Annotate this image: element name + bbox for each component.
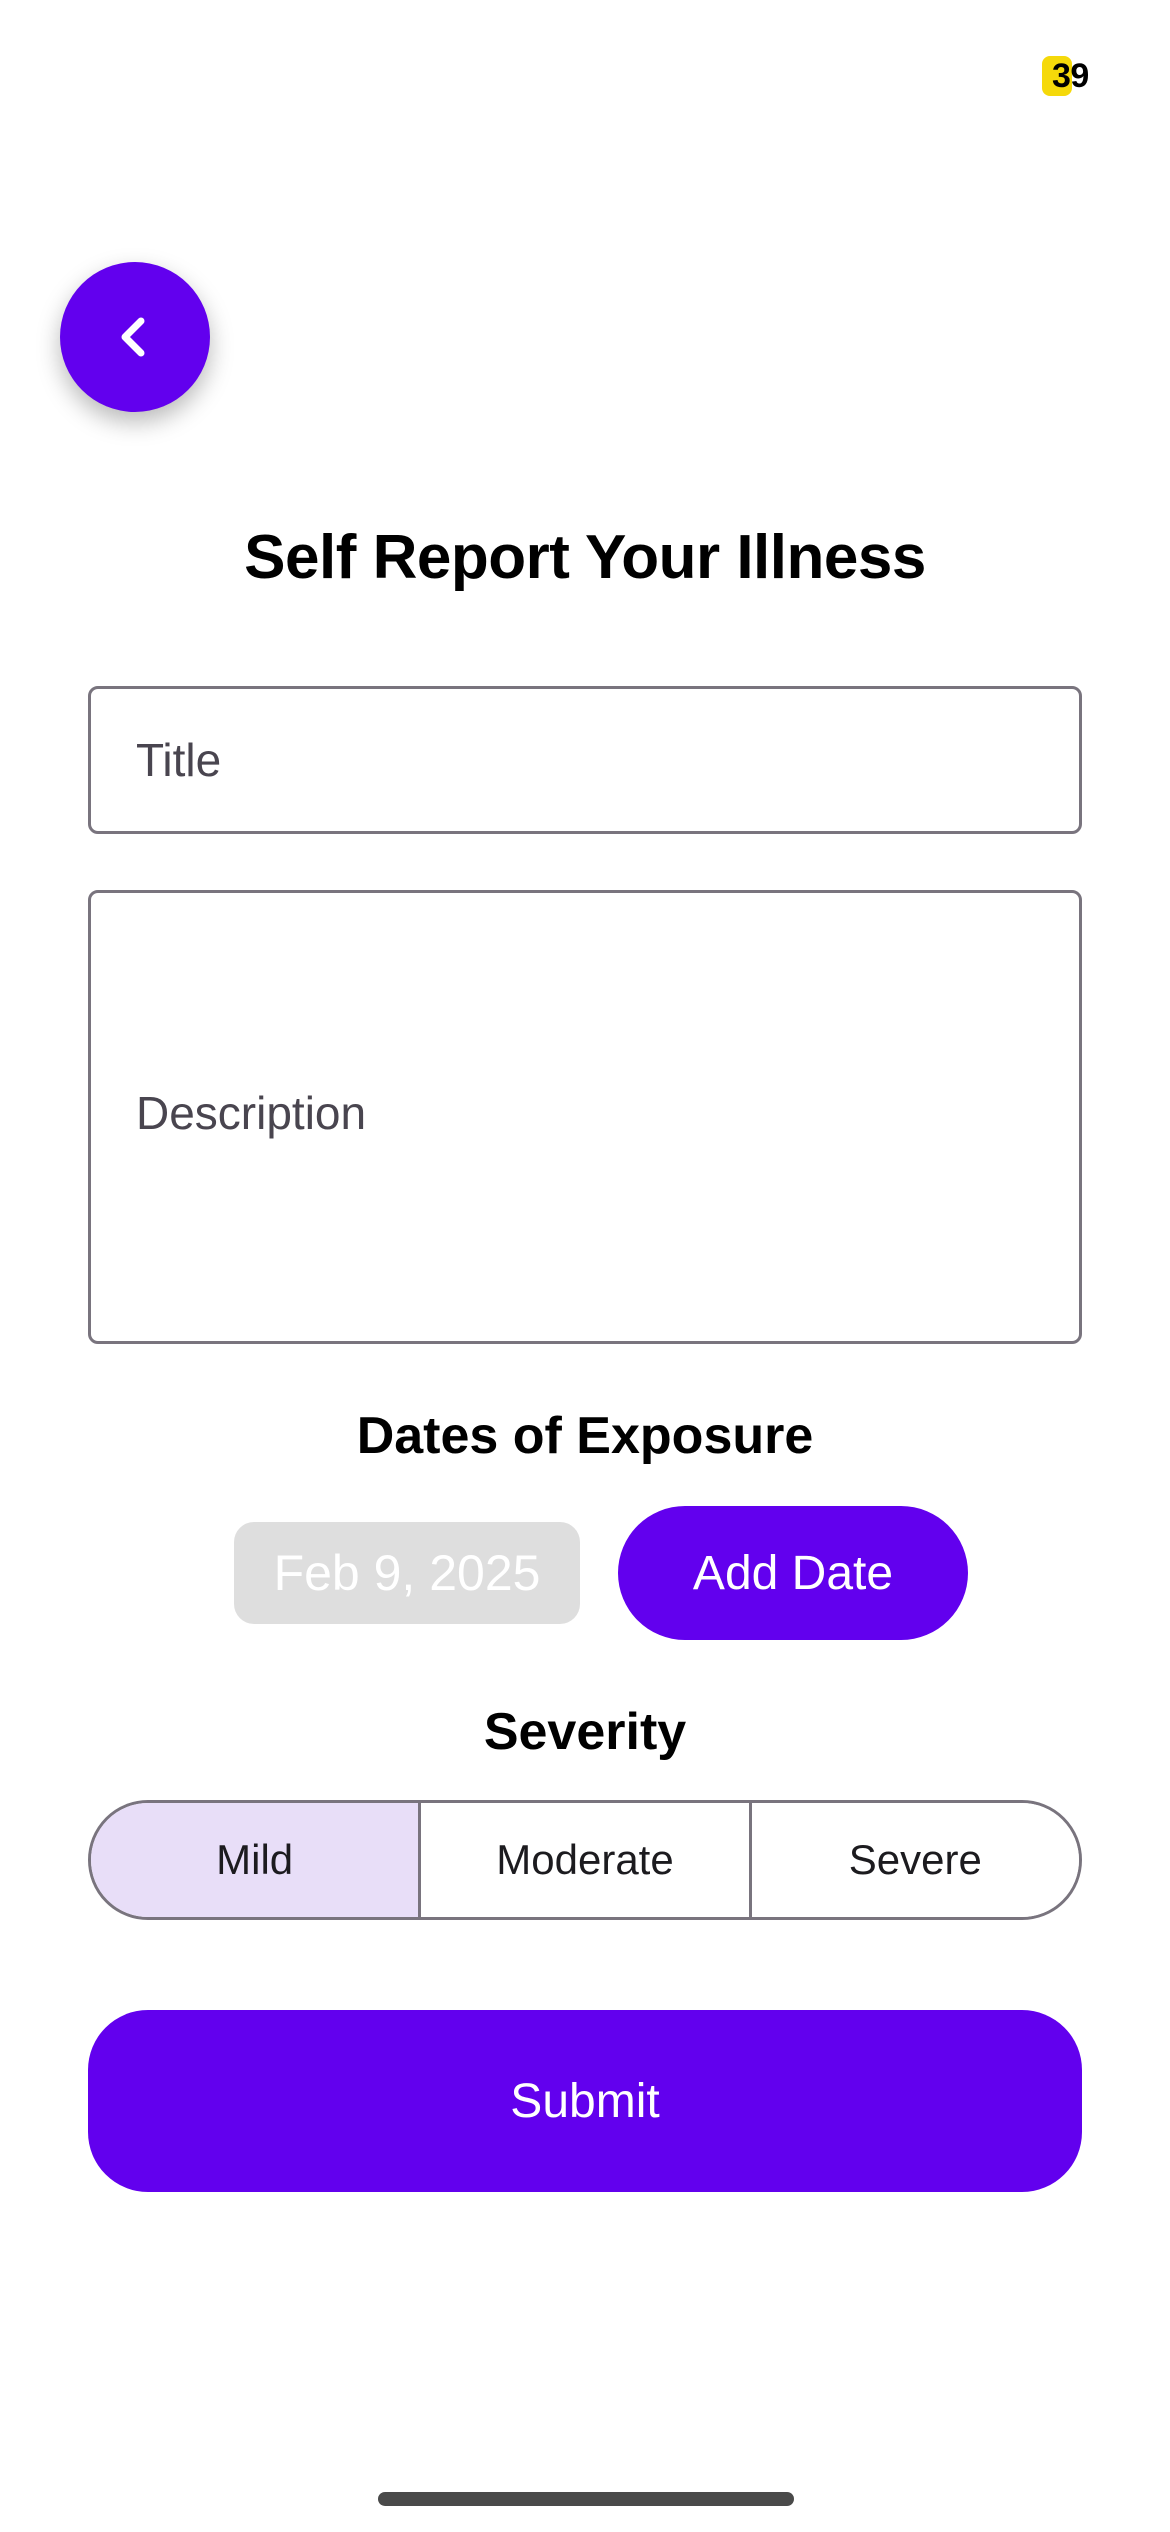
- title-field-container: [88, 686, 1082, 834]
- chevron-left-icon: [121, 317, 145, 357]
- severity-option-mild[interactable]: Mild: [91, 1803, 419, 1917]
- severity-option-moderate[interactable]: Moderate: [418, 1803, 749, 1917]
- description-input[interactable]: [91, 893, 1079, 1341]
- severity-heading: Severity: [483, 1703, 687, 1761]
- back-button[interactable]: [60, 262, 210, 412]
- description-field-container: [88, 890, 1082, 1344]
- exposure-date-chip[interactable]: Feb 9, 2025: [234, 1522, 580, 1624]
- submit-button[interactable]: Submit: [88, 2010, 1082, 2192]
- report-illness-screen: 39 Self Report Your Illness Dates of Exp…: [0, 0, 1170, 2532]
- home-indicator: [378, 2492, 794, 2506]
- status-badge: 39: [1042, 56, 1089, 96]
- badge-text: 39: [1052, 56, 1089, 95]
- title-input[interactable]: [91, 689, 1079, 831]
- dates-of-exposure-heading: Dates of Exposure: [356, 1407, 814, 1465]
- severity-segmented-control: Mild Moderate Severe: [88, 1800, 1082, 1920]
- severity-option-severe[interactable]: Severe: [748, 1803, 1079, 1917]
- add-date-button[interactable]: Add Date: [618, 1506, 968, 1640]
- page-title: Self Report Your Illness: [244, 523, 926, 592]
